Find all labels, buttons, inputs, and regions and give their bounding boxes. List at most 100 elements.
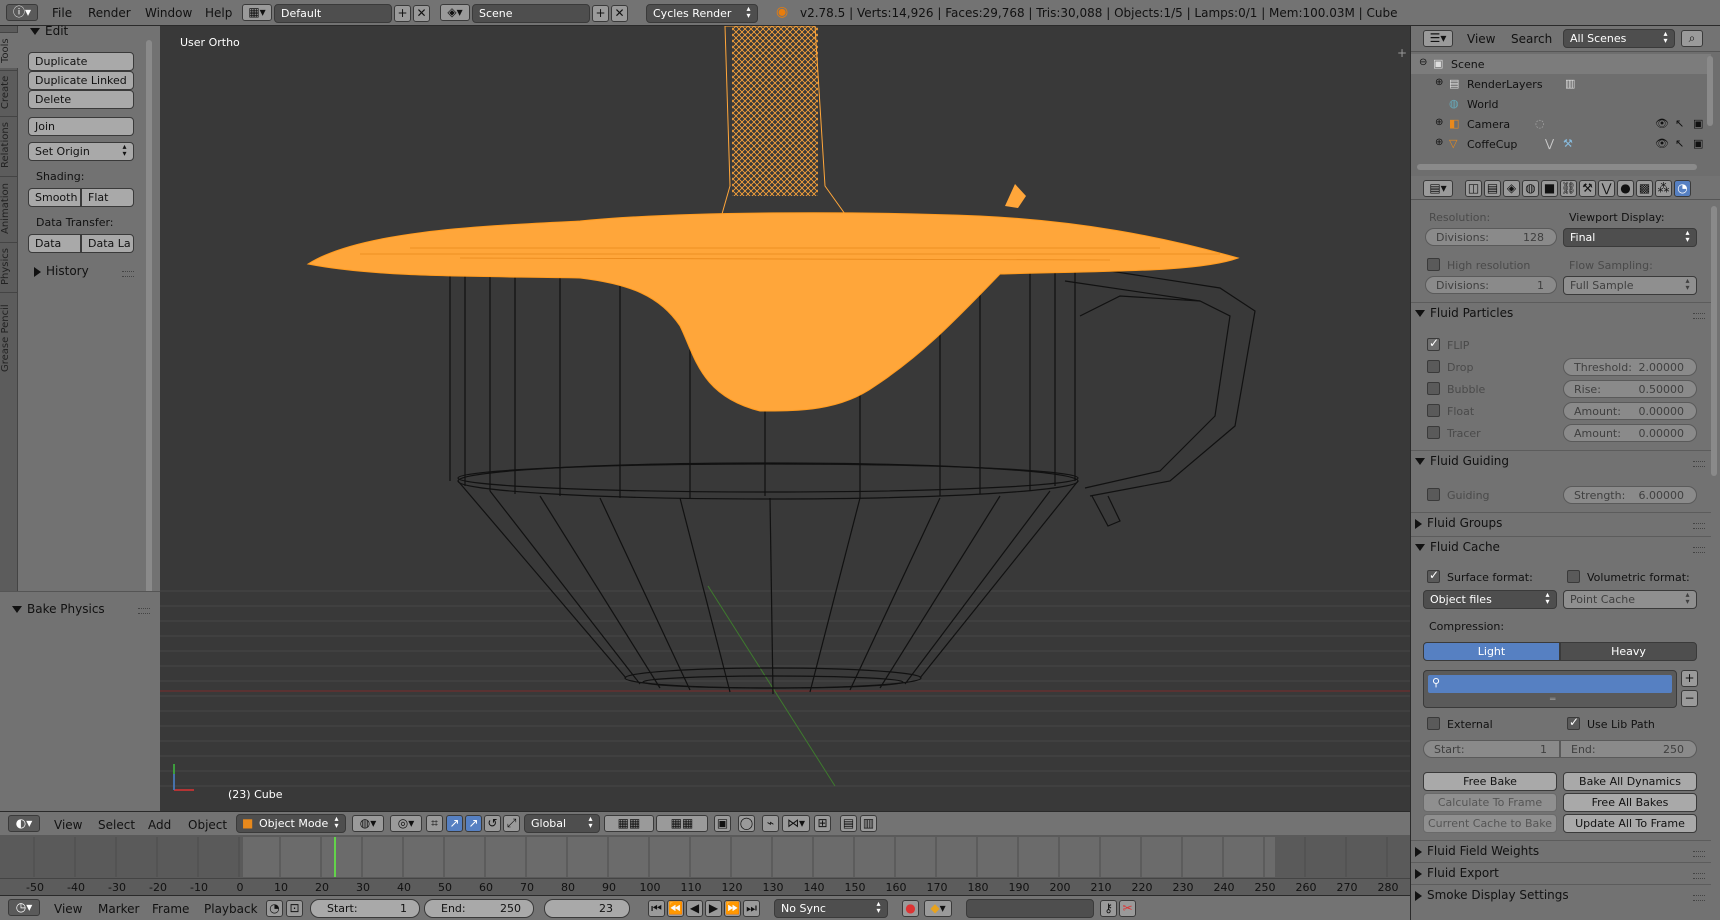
transform-orientation-selector[interactable]: Global xyxy=(524,814,600,833)
record-icon[interactable]: ● xyxy=(902,900,919,917)
menu-select[interactable]: Select xyxy=(98,818,135,832)
preview-range-icon[interactable]: ◔ xyxy=(266,900,283,917)
start-frame-field[interactable]: Start: 1 xyxy=(310,899,420,918)
outliner-menu-view[interactable]: View xyxy=(1467,32,1495,46)
proportional-edit-icon[interactable]: ◯ xyxy=(738,815,755,832)
render-image-icon[interactable]: ▤ xyxy=(840,815,857,832)
panel-grip-icon[interactable] xyxy=(1693,851,1705,857)
render-tab-icon[interactable]: ◫ xyxy=(1465,180,1482,197)
duplicate-linked-button[interactable]: Duplicate Linked xyxy=(28,71,134,90)
data-layout-button[interactable]: Data La xyxy=(81,234,134,253)
world-tab-icon[interactable]: ◍ xyxy=(1522,180,1539,197)
insert-keyframe-icon[interactable]: ⚷ xyxy=(1100,900,1117,917)
current-frame-field[interactable]: 23 xyxy=(544,899,630,918)
tracer-amount-field[interactable]: Amount: 0.00000 xyxy=(1563,424,1697,442)
outliner-row-renderlayers[interactable]: ⊕ ▤ RenderLayers ▥ xyxy=(1411,74,1711,94)
outliner-row-coffecup[interactable]: ⊕ ▽ CoffeCup ⋁ ⚒ 👁 ↖ ▣ xyxy=(1411,134,1711,154)
divisions-field[interactable]: Divisions: 128 xyxy=(1425,228,1557,246)
info-editor-icon[interactable]: ⓘ▾ xyxy=(6,4,38,21)
expand-icon[interactable]: ⊕ xyxy=(1435,77,1443,88)
cache-start-field[interactable]: Start: 1 xyxy=(1423,740,1560,758)
surface-format-checkbox[interactable] xyxy=(1427,568,1440,583)
data-tab-icon[interactable]: ⋁ xyxy=(1598,180,1615,197)
panel-grip-icon[interactable] xyxy=(1693,523,1705,529)
free-all-bakes-button[interactable]: Free All Bakes xyxy=(1563,793,1697,812)
list-resize-grip-icon[interactable]: ═ xyxy=(1550,695,1555,705)
remove-scene-icon[interactable]: ✕ xyxy=(611,5,628,22)
menu-add[interactable]: Add xyxy=(148,818,171,832)
jump-end-icon[interactable]: ⏭ xyxy=(743,900,760,917)
menu-render[interactable]: Render xyxy=(88,6,131,20)
physics-tab-icon[interactable]: ◔ xyxy=(1674,180,1691,197)
smooth-button[interactable]: Smooth xyxy=(28,188,81,207)
flow-sampling-selector[interactable]: Full Sample xyxy=(1563,276,1697,295)
lock-time-icon[interactable]: ⊡ xyxy=(286,900,303,917)
edit-panel-header[interactable]: Edit xyxy=(30,24,68,38)
pivot-point-icon[interactable]: ◎▾ xyxy=(390,815,422,832)
add-layout-icon[interactable]: + xyxy=(394,5,411,22)
expand-icon[interactable]: ⊕ xyxy=(1435,137,1443,148)
material-tab-icon[interactable]: ● xyxy=(1617,180,1634,197)
remove-layout-icon[interactable]: ✕ xyxy=(413,5,430,22)
strength-field[interactable]: Strength: 6.00000 xyxy=(1563,486,1697,504)
menu-view[interactable]: View xyxy=(54,902,82,916)
renderable-camera-icon[interactable]: ▣ xyxy=(1693,117,1703,130)
tab-relations[interactable]: Relations xyxy=(0,116,18,174)
fluid-guiding-header[interactable]: Fluid Guiding xyxy=(1415,454,1711,468)
current-cache-to-bake-button[interactable]: Current Cache to Bake xyxy=(1423,814,1557,833)
fluid-cache-header[interactable]: Fluid Cache xyxy=(1415,540,1711,554)
collapse-icon[interactable]: ⊖ xyxy=(1419,57,1427,68)
data-button[interactable]: Data xyxy=(28,234,81,253)
frame-ruler[interactable]: -50 -40 -30 -20 -10 0 10 20 30 40 50 60 70 80 90 100 110… xyxy=(0,878,1410,895)
flip-checkbox[interactable] xyxy=(1427,336,1440,351)
point-cache-list[interactable]: ⚲ ═ xyxy=(1423,670,1677,708)
threshold-field[interactable]: Threshold: 2.00000 xyxy=(1563,358,1697,376)
jump-keyframe-forward-icon[interactable]: ⏩ xyxy=(724,900,741,917)
scale-icon[interactable]: ⤢ xyxy=(503,815,520,832)
texture-tab-icon[interactable]: ▩ xyxy=(1636,180,1653,197)
jump-start-icon[interactable]: ⏮ xyxy=(648,900,665,917)
manipulator-toggle-icon[interactable]: ⌗ xyxy=(426,815,443,832)
sync-mode-selector[interactable]: No Sync xyxy=(774,899,888,918)
particles-tab-icon[interactable]: ⁂ xyxy=(1655,180,1672,197)
layout-selector[interactable]: Default xyxy=(274,4,392,23)
panel-grip-icon[interactable] xyxy=(122,271,134,277)
viewport-display-selector[interactable]: Final xyxy=(1563,228,1697,247)
layout-icon[interactable]: ▦▾ xyxy=(242,4,272,21)
editor-type-icon[interactable]: ◐▾ xyxy=(8,815,40,832)
viewport-shading-icon[interactable]: ◍▾ xyxy=(352,815,384,832)
move-icon[interactable]: ↗ xyxy=(465,815,482,832)
visibility-eye-icon[interactable]: 👁 xyxy=(1655,117,1669,130)
menu-object[interactable]: Object xyxy=(188,818,227,832)
duplicate-button[interactable]: Duplicate xyxy=(28,52,134,71)
join-button[interactable]: Join xyxy=(28,117,134,136)
history-panel-header[interactable]: History xyxy=(34,264,89,278)
modifiers-tab-icon[interactable]: ⚒ xyxy=(1579,180,1596,197)
menu-help[interactable]: Help xyxy=(205,6,232,20)
free-bake-button[interactable]: Free Bake xyxy=(1423,772,1557,791)
properties-scrollbar[interactable] xyxy=(1711,206,1717,476)
remove-cache-icon[interactable]: − xyxy=(1681,690,1698,707)
timeline[interactable]: -50 -40 -30 -20 -10 0 10 20 30 40 50 60 70 80 90 100 110… xyxy=(0,835,1410,895)
high-resolution-checkbox[interactable] xyxy=(1427,258,1440,271)
smoke-display-settings-header[interactable]: Smoke Display Settings xyxy=(1415,888,1711,902)
outliner-row-camera[interactable]: ⊕ ◧ Camera ◌ 👁 ↖ ▣ xyxy=(1411,114,1711,134)
menu-view[interactable]: View xyxy=(54,818,82,832)
panel-grip-icon[interactable] xyxy=(1693,873,1705,879)
rise-field[interactable]: Rise: 0.50000 xyxy=(1563,380,1697,398)
float-amount-field[interactable]: Amount: 0.00000 xyxy=(1563,402,1697,420)
keying-icon[interactable]: ◆▾ xyxy=(924,900,952,917)
panel-grip-icon[interactable] xyxy=(1693,313,1705,319)
snap-toggle-icon[interactable]: ⌁ xyxy=(762,815,779,832)
panel-grip-icon[interactable] xyxy=(1693,461,1705,467)
tool-shelf-scrollbar[interactable] xyxy=(146,40,152,610)
outliner-search-icon[interactable]: ⌕ xyxy=(1681,30,1703,47)
scene-selector[interactable]: Scene xyxy=(472,4,590,23)
float-checkbox[interactable] xyxy=(1427,404,1440,417)
snap-target-icon[interactable]: ⊞ xyxy=(814,815,831,832)
external-checkbox[interactable] xyxy=(1427,717,1440,730)
bake-all-dynamics-button[interactable]: Bake All Dynamics xyxy=(1563,772,1697,791)
cache-end-field[interactable]: End: 250 xyxy=(1560,740,1697,758)
renderable-camera-icon[interactable]: ▣ xyxy=(1693,137,1703,150)
delete-button[interactable]: Delete xyxy=(28,90,134,109)
